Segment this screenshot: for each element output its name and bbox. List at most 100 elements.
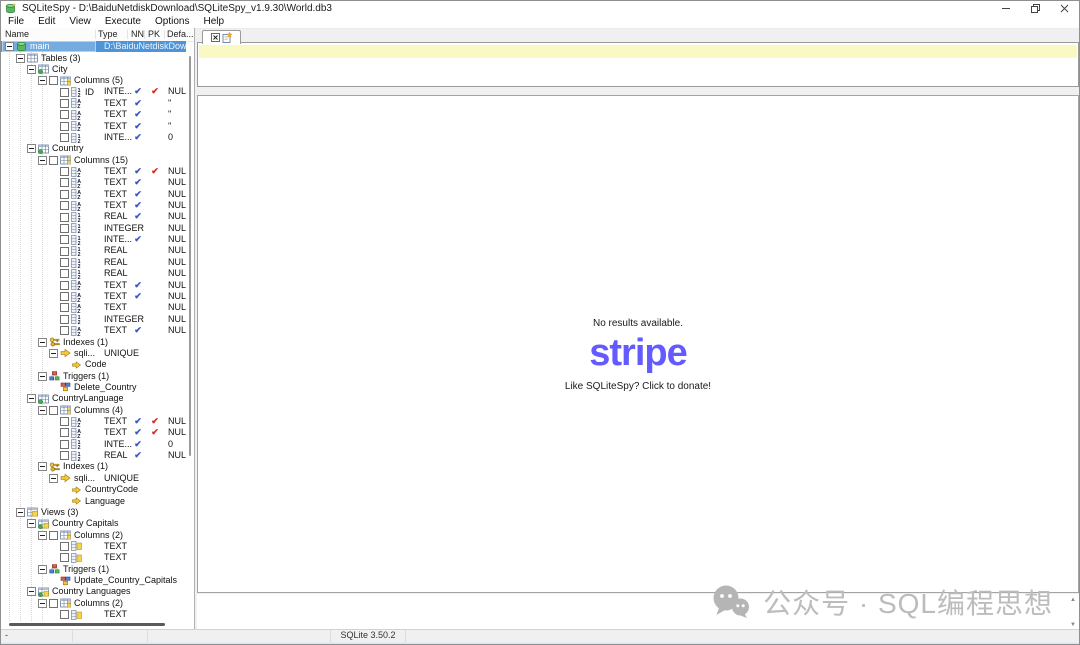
tree-row[interactable]: 12INTE...✔NULL <box>1 234 186 245</box>
checkbox[interactable] <box>60 190 69 199</box>
expander-icon[interactable] <box>27 144 36 153</box>
donate-link-text[interactable]: Like SQLiteSpy? Click to donate! <box>198 381 1078 392</box>
tree-row[interactable]: AZTEXT✔NULL <box>1 177 186 188</box>
tree-row[interactable]: 12IDINTE...✔✔NULL <box>1 86 186 97</box>
checkbox[interactable] <box>60 451 69 460</box>
checkbox[interactable] <box>60 281 69 290</box>
tree-row[interactable]: Triggers (1) <box>1 370 186 381</box>
expander-icon[interactable] <box>38 531 47 540</box>
checkbox[interactable] <box>49 76 58 85</box>
restore-button[interactable] <box>1021 1 1050 15</box>
checkbox[interactable] <box>60 235 69 244</box>
tree-row[interactable]: AZTEXT✔'' <box>1 121 186 132</box>
checkbox[interactable] <box>49 406 58 415</box>
tree-row[interactable]: TEXT <box>1 541 186 552</box>
checkbox[interactable] <box>60 553 69 562</box>
expander-icon[interactable] <box>38 338 47 347</box>
tree-row[interactable]: AZTEXT✔'' <box>1 98 186 109</box>
expander-icon[interactable] <box>5 42 14 51</box>
expander-icon[interactable] <box>38 599 47 608</box>
tree-row[interactable]: 12INTEGERNULL <box>1 223 186 234</box>
tree-row[interactable]: 12INTE...✔0 <box>1 439 186 450</box>
menu-edit[interactable]: Edit <box>31 15 62 28</box>
expander-icon[interactable] <box>49 474 58 483</box>
expander-icon[interactable] <box>38 372 47 381</box>
minimize-button[interactable] <box>992 1 1021 15</box>
tree-row[interactable]: AZTEXT✔'' <box>1 109 186 120</box>
tree-row[interactable]: 12REAL✔NULL <box>1 211 186 222</box>
tree-row[interactable]: Views (3) <box>1 507 186 518</box>
stripe-logo[interactable]: stripe <box>198 334 1078 372</box>
tree-row[interactable]: City <box>1 64 186 75</box>
scroll-up-icon[interactable]: ▲ <box>1070 597 1076 603</box>
header-type[interactable]: Type <box>98 28 118 41</box>
tree-row[interactable]: 12REALNULL <box>1 268 186 279</box>
checkbox[interactable] <box>60 110 69 119</box>
checkbox[interactable] <box>60 88 69 97</box>
menu-view[interactable]: View <box>62 15 98 28</box>
tree-row[interactable]: Country <box>1 143 186 154</box>
tree-row[interactable]: Columns (2) <box>1 598 186 609</box>
checkbox[interactable] <box>60 201 69 210</box>
header-default[interactable]: Defa... <box>167 28 194 41</box>
tree-row[interactable]: AZTEXTNULL <box>1 302 186 313</box>
expander-icon[interactable] <box>16 54 25 63</box>
sql-tab[interactable] <box>202 30 241 44</box>
tree-row[interactable]: Indexes (1) <box>1 336 186 347</box>
tree-row[interactable]: Code <box>1 359 186 370</box>
menu-options[interactable]: Options <box>148 15 196 28</box>
checkbox[interactable] <box>60 610 69 619</box>
scroll-down-icon[interactable]: ▼ <box>1070 622 1076 628</box>
checkbox[interactable] <box>60 122 69 131</box>
expander-icon[interactable] <box>27 65 36 74</box>
expander-icon[interactable] <box>49 349 58 358</box>
tree-row[interactable]: Update_Country_Capitals <box>1 575 186 586</box>
tree-row[interactable]: 12REAL✔NULL <box>1 450 186 461</box>
tree-row[interactable]: CountryCode <box>1 484 186 495</box>
expander-icon[interactable] <box>38 462 47 471</box>
checkbox[interactable] <box>60 440 69 449</box>
sql-editor[interactable] <box>197 43 1079 87</box>
checkbox[interactable] <box>49 531 58 540</box>
checkbox[interactable] <box>60 178 69 187</box>
expander-icon[interactable] <box>38 565 47 574</box>
close-button[interactable] <box>1050 1 1079 15</box>
menu-help[interactable]: Help <box>196 15 231 28</box>
header-pk[interactable]: PK <box>148 28 160 41</box>
tree-row[interactable]: mainD:\BaiduNetdiskDownload\ <box>1 41 186 52</box>
tree-row[interactable]: Language <box>1 495 186 506</box>
tree-vertical-scrollbar[interactable] <box>189 56 191 456</box>
checkbox[interactable] <box>60 224 69 233</box>
header-nn[interactable]: NN <box>131 28 144 41</box>
menu-file[interactable]: File <box>1 15 31 28</box>
close-tab-icon[interactable] <box>211 33 220 42</box>
tree-row[interactable]: Delete_Country <box>1 382 186 393</box>
checkbox[interactable] <box>60 303 69 312</box>
checkbox[interactable] <box>60 326 69 335</box>
expander-icon[interactable] <box>27 394 36 403</box>
checkbox[interactable] <box>60 167 69 176</box>
header-name[interactable]: Name <box>5 28 29 41</box>
tree-row[interactable]: sqli...UNIQUE <box>1 473 186 484</box>
tree-row[interactable]: TEXT <box>1 552 186 563</box>
tree-row[interactable]: 12REALNULL <box>1 257 186 268</box>
tree-row[interactable]: 12INTE...✔0 <box>1 132 186 143</box>
tree-row[interactable]: Country Languages <box>1 586 186 597</box>
expander-icon[interactable] <box>38 406 47 415</box>
checkbox[interactable] <box>60 292 69 301</box>
expander-icon[interactable] <box>16 508 25 517</box>
tree-row[interactable]: AZTEXT✔NULL <box>1 291 186 302</box>
expander-icon[interactable] <box>27 519 36 528</box>
expander-icon[interactable] <box>38 156 47 165</box>
checkbox[interactable] <box>60 428 69 437</box>
expander-icon[interactable] <box>38 76 47 85</box>
tree-row[interactable]: 12REALNULL <box>1 245 186 256</box>
tree-row[interactable]: Triggers (1) <box>1 564 186 575</box>
tree-row[interactable]: AZTEXT✔NULL <box>1 200 186 211</box>
checkbox[interactable] <box>60 542 69 551</box>
tree-row[interactable]: AZTEXT✔✔NULL <box>1 427 186 438</box>
tree-row[interactable]: Columns (5) <box>1 75 186 86</box>
tree-row[interactable]: CountryLanguage <box>1 393 186 404</box>
tree-row[interactable]: AZTEXT✔✔NULL <box>1 166 186 177</box>
tree-row[interactable]: Indexes (1) <box>1 461 186 472</box>
